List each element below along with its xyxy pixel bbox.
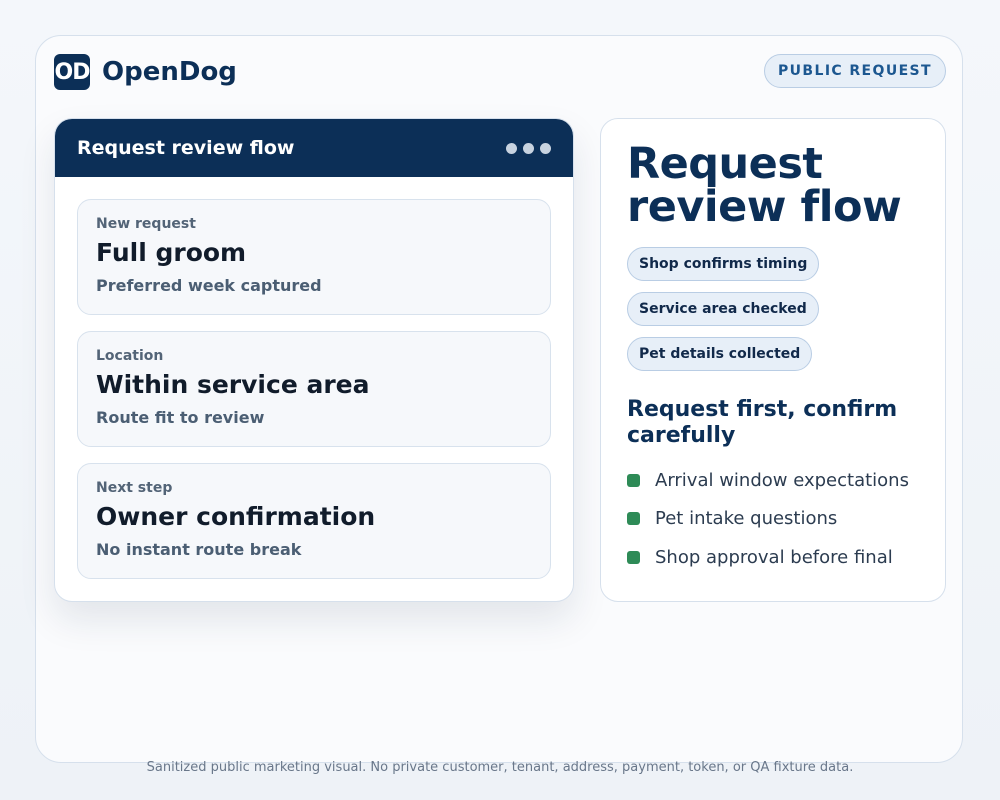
info-card-heading: Request first, confirm carefully — [627, 397, 898, 448]
checklist-item: Arrival window expectations — [627, 461, 919, 500]
step-title: Full groom — [96, 238, 247, 267]
info-card: Request review flow Shop confirms timing… — [600, 118, 946, 602]
info-card-title: Request review flow — [627, 139, 902, 232]
dot — [540, 142, 551, 154]
step-subtitle: Route fit to review — [96, 408, 265, 427]
step-label: Location — [96, 348, 164, 364]
flow-card-header: Request review flow — [55, 119, 573, 177]
dot — [506, 142, 517, 154]
checklist-item: Pet intake questions — [627, 500, 919, 539]
check-square-icon — [627, 550, 640, 564]
checklist-item-label: Shop approval before final — [655, 546, 893, 568]
checklist-item: Shop approval before final — [627, 538, 919, 577]
check-square-icon — [627, 512, 640, 526]
brand-logo: OD — [54, 54, 90, 90]
step-label: New request — [96, 216, 196, 232]
step-subtitle: No instant route break — [96, 540, 302, 559]
step-title: Owner confirmation — [96, 502, 376, 531]
step-card-location: Location Within service area Route fit t… — [77, 331, 551, 447]
check-square-icon — [627, 473, 640, 487]
footer-disclaimer: Sanitized public marketing visual. No pr… — [146, 760, 854, 775]
step-card-new-request: New request Full groom Preferred week ca… — [77, 199, 551, 315]
flow-card: Request review flow New request Full gro… — [54, 118, 574, 602]
tag-shop-confirms-timing: Shop confirms timing — [627, 247, 820, 281]
step-label: Next step — [96, 480, 173, 496]
step-card-next-step: Next step Owner confirmation No instant … — [77, 463, 551, 579]
tag-pet-details-collected: Pet details collected — [627, 337, 813, 371]
step-subtitle: Preferred week captured — [96, 276, 322, 295]
dot — [523, 142, 534, 154]
brand-name: OpenDog — [102, 57, 237, 87]
flow-card-title: Request review flow — [77, 137, 295, 159]
tag-service-area-checked: Service area checked — [627, 292, 819, 326]
checklist: Arrival window expectations Pet intake q… — [627, 461, 919, 577]
tag-list: Shop confirms timing Service area checke… — [627, 247, 919, 382]
step-title: Within service area — [96, 370, 370, 399]
checklist-item-label: Arrival window expectations — [655, 469, 909, 491]
checklist-item-label: Pet intake questions — [655, 508, 838, 530]
more-options-icon[interactable] — [506, 142, 551, 154]
public-request-badge: PUBLIC REQUEST — [764, 54, 946, 88]
brand[interactable]: OD OpenDog — [54, 54, 237, 90]
